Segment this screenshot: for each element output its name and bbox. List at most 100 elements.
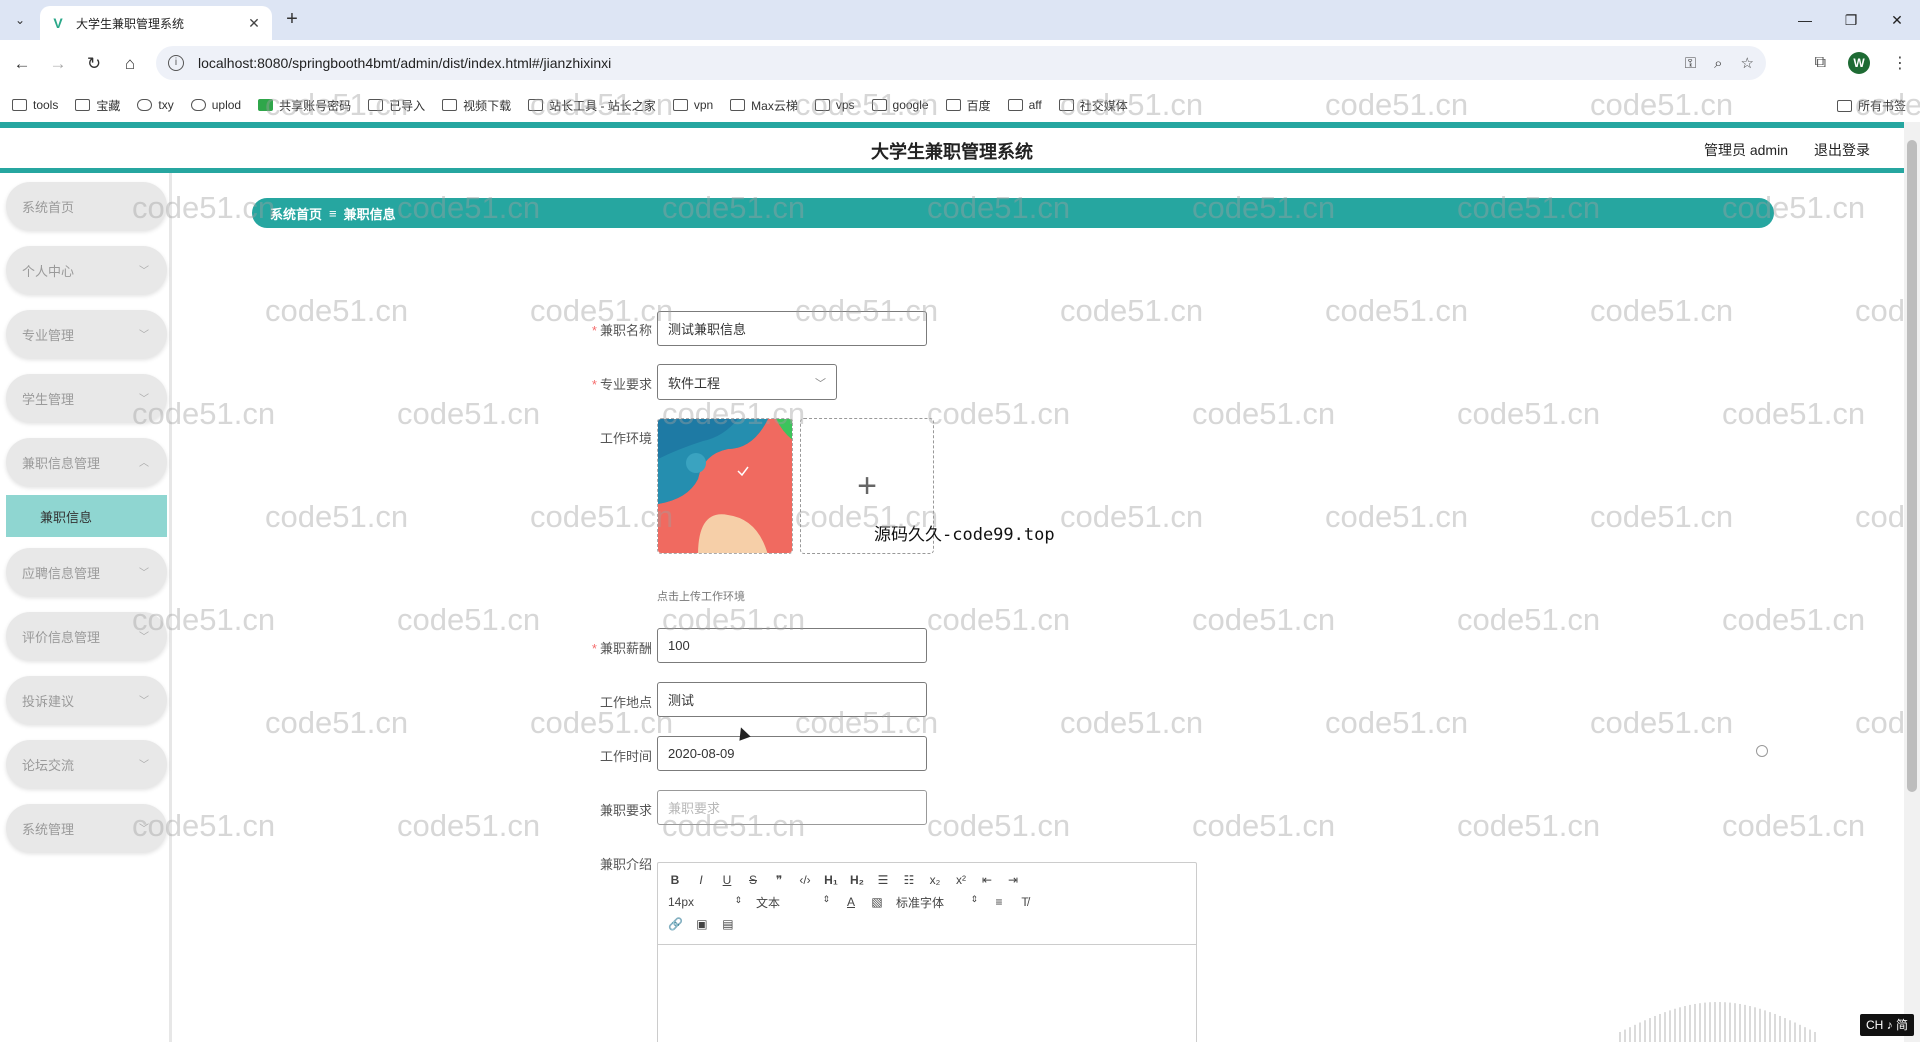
bookmark-item[interactable]: Max云梯 <box>730 97 798 114</box>
job-name-input[interactable]: 测试兼职信息 <box>657 311 927 346</box>
clear-format-icon[interactable]: T̸ <box>1018 895 1032 909</box>
background-color-icon[interactable]: ▧ <box>870 895 884 909</box>
font-family-select[interactable]: 标准字体 ⇕ <box>896 894 978 911</box>
bookmark-item[interactable]: 宝藏 <box>75 97 120 114</box>
sidebar-item-major-management[interactable]: 专业管理 ﹀ <box>6 310 167 358</box>
sidebar-item-forum[interactable]: 论坛交流 ﹀ <box>6 740 167 788</box>
folder-icon <box>814 99 830 111</box>
bookmark-item[interactable]: 百度 <box>945 97 991 114</box>
strike-icon[interactable]: S <box>746 873 760 887</box>
bookmark-item[interactable]: vps <box>814 98 855 112</box>
sidebar-item-student-management[interactable]: 学生管理 ﹀ <box>6 374 167 422</box>
bookmark-item[interactable]: uplod <box>190 98 241 112</box>
work-time-input[interactable]: 2020-08-09 <box>657 736 927 771</box>
close-window-icon[interactable]: ✕ <box>1874 0 1920 40</box>
sidebar-item-complaints[interactable]: 投诉建议 ﹀ <box>6 676 167 724</box>
home-icon[interactable]: ⌂ <box>118 52 142 76</box>
outdent-icon[interactable]: ⇤ <box>980 873 994 887</box>
h1-icon[interactable]: H₁ <box>824 873 838 887</box>
font-size-select[interactable]: 14px ⇕ <box>668 895 742 909</box>
tab-list-icon[interactable]: ⌄ <box>8 8 32 32</box>
header-accent-line <box>0 168 1904 173</box>
minimize-icon[interactable]: — <box>1782 0 1828 40</box>
reload-icon[interactable]: ↻ <box>82 52 106 76</box>
link-icon[interactable]: 🔗 <box>668 917 683 931</box>
sidebar-subitem-job-info[interactable]: 兼职信息 <box>6 495 167 537</box>
folder-icon <box>871 99 887 111</box>
scrollbar-thumb[interactable] <box>1907 140 1917 792</box>
indent-icon[interactable]: ⇥ <box>1006 873 1020 887</box>
salary-input[interactable]: 100 <box>657 628 927 663</box>
bullet-list-icon[interactable]: ☷ <box>902 873 916 887</box>
logout-link[interactable]: 退出登录 <box>1814 140 1870 160</box>
job-requirement-input[interactable]: 兼职要求 <box>657 790 927 825</box>
back-icon[interactable]: ← <box>10 52 34 76</box>
align-icon[interactable]: ≡ <box>992 895 1006 909</box>
h2-icon[interactable]: H₂ <box>850 873 864 887</box>
location-input[interactable]: 测试 <box>657 682 927 717</box>
zoom-icon[interactable]: ⌕ <box>1714 55 1722 72</box>
image-icon[interactable]: ▣ <box>695 917 709 931</box>
work-time-label: 工作时间 <box>599 749 652 764</box>
folder-icon <box>730 99 746 111</box>
major-label: * 专业要求 <box>591 377 652 392</box>
major-select[interactable]: 软件工程 ﹀ <box>657 364 837 400</box>
site-info-icon[interactable]: i <box>168 55 184 71</box>
ime-indicator[interactable]: CH ♪ 简 <box>1859 1014 1914 1036</box>
bookmark-item[interactable]: tools <box>12 98 58 112</box>
extensions-icon[interactable]: ⧉ <box>1815 54 1826 72</box>
code-icon[interactable]: ‹/› <box>798 873 812 887</box>
sidebar: 系统首页 个人中心 ﹀ 专业管理 ﹀ 学生管理 ﹀ 兼职信息管理 ︿ 兼职信息 应聘信息… <box>0 173 172 1042</box>
cloud-icon <box>190 99 206 111</box>
bookmark-item[interactable]: 站长工具 - 站长之家 <box>528 97 656 114</box>
bookmark-star-icon[interactable]: ☆ <box>1741 54 1754 72</box>
bold-icon[interactable]: B <box>668 873 682 887</box>
new-tab-icon[interactable]: + <box>280 8 304 32</box>
block-type-select[interactable]: 文本 ⇕ <box>756 894 830 911</box>
chevron-down-icon: ﹀ <box>139 696 149 707</box>
bookmark-item[interactable]: vpn <box>672 98 713 112</box>
sidebar-item-system-management[interactable]: 系统管理 ﹀ <box>6 804 167 852</box>
ordered-list-icon[interactable]: ☰ <box>876 873 890 887</box>
font-color-icon[interactable]: A <box>844 895 858 909</box>
updown-icon: ⇕ <box>970 893 978 904</box>
chevron-down-icon: ﹀ <box>139 330 149 341</box>
cloud-icon <box>137 99 153 111</box>
all-bookmarks[interactable]: 所有书签 <box>1836 97 1906 114</box>
breadcrumb-home[interactable]: 系统首页 <box>270 204 322 223</box>
subscript-icon[interactable]: x₂ <box>928 873 942 887</box>
browser-toolbar: ← → ↻ ⌂ i localhost:8080/springbooth4bmt… <box>0 40 1920 88</box>
menu-dots-icon[interactable]: ⋮ <box>1892 53 1908 73</box>
bookmark-item[interactable]: google <box>871 98 929 112</box>
rich-text-editor[interactable]: B I U S ❞ ‹/› H₁ H₂ ☰ ☷ x₂ x² ⇤ ⇥ 14px ⇕ … <box>657 862 1197 1042</box>
underline-icon[interactable]: U <box>720 873 734 887</box>
forward-icon[interactable]: → <box>46 52 70 76</box>
sidebar-item-home[interactable]: 系统首页 <box>6 182 167 230</box>
superscript-icon[interactable]: x² <box>954 873 968 887</box>
address-bar[interactable]: i localhost:8080/springbooth4bmt/admin/d… <box>156 46 1766 80</box>
folder-icon <box>1058 99 1074 111</box>
bookmark-item[interactable]: 社交媒体 <box>1058 97 1128 114</box>
sidebar-item-job-info-management[interactable]: 兼职信息管理 ︿ <box>6 438 167 486</box>
page-scrollbar[interactable] <box>1904 122 1920 1042</box>
browser-tab[interactable]: V 大学生兼职管理系统 ✕ <box>40 6 272 40</box>
profile-avatar[interactable]: W <box>1848 52 1870 74</box>
italic-icon[interactable]: I <box>694 873 708 887</box>
job-name-label: * 兼职名称 <box>591 323 652 338</box>
password-key-icon[interactable]: ⚿ <box>1685 55 1696 72</box>
work-env-image[interactable] <box>657 418 793 554</box>
video-icon[interactable]: ▤ <box>721 917 735 931</box>
bookmark-item[interactable]: 视频下载 <box>442 97 511 114</box>
blockquote-icon[interactable]: ❞ <box>772 873 786 887</box>
sidebar-item-application-management[interactable]: 应聘信息管理 ﹀ <box>6 548 167 596</box>
sidebar-item-personal-center[interactable]: 个人中心 ﹀ <box>6 246 167 294</box>
plus-icon: + <box>857 466 877 505</box>
bookmark-item[interactable]: 已导入 <box>368 97 425 114</box>
app-header: 大学生兼职管理系统 管理员 admin 退出登录 <box>0 128 1904 168</box>
restore-icon[interactable]: ❐ <box>1828 0 1874 40</box>
tab-close-icon[interactable]: ✕ <box>246 15 262 32</box>
bookmark-item[interactable]: 共享账号密码 <box>258 97 351 114</box>
sidebar-item-review-management[interactable]: 评价信息管理 ﹀ <box>6 612 167 660</box>
bookmark-item[interactable]: txy <box>137 98 174 112</box>
bookmark-item[interactable]: aff <box>1007 98 1042 112</box>
